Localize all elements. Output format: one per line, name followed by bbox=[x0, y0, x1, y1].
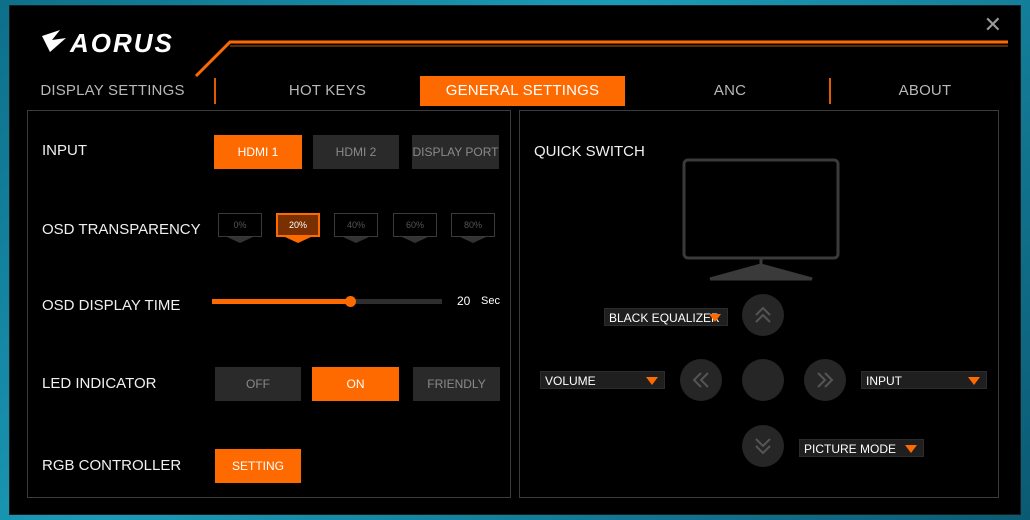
dropdown-arrow-icon bbox=[905, 445, 917, 453]
input-displayport-button[interactable]: DISPLAY PORT bbox=[412, 135, 499, 169]
quick-switch-right-value: INPUT bbox=[866, 374, 902, 388]
dropdown-arrow-icon bbox=[709, 314, 721, 322]
tab-separator bbox=[214, 78, 216, 104]
input-hdmi2-button[interactable]: HDMI 2 bbox=[313, 135, 399, 169]
chevron-double-left-icon bbox=[692, 372, 709, 388]
monitor-stand-icon bbox=[285, 237, 311, 243]
dropdown-arrow-icon bbox=[968, 377, 980, 385]
monitor-stand-icon bbox=[343, 237, 369, 243]
header-accent-line bbox=[194, 40, 1008, 78]
quick-switch-right-dropdown[interactable]: INPUT bbox=[861, 371, 987, 389]
transparency-60-option[interactable]: 60% bbox=[393, 213, 437, 245]
rgb-setting-button[interactable]: SETTING bbox=[215, 449, 301, 483]
chevron-double-up-icon bbox=[755, 306, 771, 323]
osd-display-time-slider[interactable] bbox=[212, 296, 442, 307]
led-friendly-button[interactable]: FRIENDLY bbox=[413, 367, 500, 401]
transparency-40-option[interactable]: 40% bbox=[334, 213, 378, 245]
osd-transparency-label: OSD TRANSPARENCY bbox=[42, 221, 201, 238]
transparency-40-value: 40% bbox=[334, 213, 378, 237]
quick-switch-center-button[interactable] bbox=[742, 359, 784, 401]
transparency-60-value: 60% bbox=[393, 213, 437, 237]
led-off-button[interactable]: OFF bbox=[215, 367, 301, 401]
transparency-20-value: 20% bbox=[276, 213, 320, 237]
monitor-stand-icon bbox=[402, 237, 428, 243]
quick-switch-left-dropdown[interactable]: VOLUME bbox=[540, 371, 665, 389]
monitor-stand-icon bbox=[460, 237, 486, 243]
transparency-20-option[interactable]: 20% bbox=[276, 213, 320, 245]
quick-switch-left-value: VOLUME bbox=[545, 374, 596, 388]
quick-switch-panel: QUICK SWITCH BLACK EQUALIZER VOLUME INPU… bbox=[519, 110, 999, 498]
quick-switch-up-dropdown[interactable]: BLACK EQUALIZER bbox=[604, 308, 728, 326]
slider-fill bbox=[212, 299, 350, 304]
rgb-controller-label: RGB CONTROLLER bbox=[42, 457, 182, 474]
input-label: INPUT bbox=[42, 142, 87, 159]
osd-time-value: 20 bbox=[457, 294, 471, 308]
osd-time-unit: Sec bbox=[481, 295, 500, 307]
tab-about[interactable]: ABOUT bbox=[840, 76, 1010, 106]
app-window: AORUS ✕ DISPLAY SETTINGS HOT KEYS GENERA… bbox=[10, 6, 1020, 514]
quick-switch-right-button[interactable] bbox=[804, 359, 846, 401]
transparency-80-value: 80% bbox=[451, 213, 495, 237]
brand-text: AORUS bbox=[69, 28, 174, 58]
monitor-stand-icon bbox=[227, 237, 253, 243]
tab-anc[interactable]: ANC bbox=[630, 76, 830, 106]
transparency-80-option[interactable]: 80% bbox=[451, 213, 495, 245]
general-settings-panel: INPUT HDMI 1 HDMI 2 DISPLAY PORT OSD TRA… bbox=[27, 110, 511, 498]
quick-switch-down-dropdown[interactable]: PICTURE MODE bbox=[799, 439, 924, 457]
slider-thumb[interactable] bbox=[345, 296, 356, 307]
monitor-icon bbox=[682, 158, 840, 281]
tab-bar: DISPLAY SETTINGS HOT KEYS GENERAL SETTIN… bbox=[20, 76, 1010, 106]
tab-separator bbox=[829, 78, 831, 104]
osd-display-time-label: OSD DISPLAY TIME bbox=[42, 297, 181, 314]
quick-switch-up-button[interactable] bbox=[742, 294, 784, 336]
transparency-0-option[interactable]: 0% bbox=[218, 213, 262, 245]
quick-switch-left-button[interactable] bbox=[680, 359, 722, 401]
dropdown-arrow-icon bbox=[646, 377, 658, 385]
tab-hot-keys[interactable]: HOT KEYS bbox=[230, 76, 425, 106]
input-hdmi1-button[interactable]: HDMI 1 bbox=[214, 135, 302, 169]
quick-switch-down-value: PICTURE MODE bbox=[804, 442, 897, 456]
led-on-button[interactable]: ON bbox=[312, 367, 399, 401]
transparency-0-value: 0% bbox=[218, 213, 262, 237]
chevron-double-down-icon bbox=[755, 438, 771, 455]
tab-general-settings[interactable]: GENERAL SETTINGS bbox=[420, 76, 625, 106]
close-icon[interactable]: ✕ bbox=[984, 14, 1002, 36]
chevron-double-right-icon bbox=[817, 372, 834, 388]
quick-switch-up-value: BLACK EQUALIZER bbox=[609, 311, 720, 325]
tab-display-settings[interactable]: DISPLAY SETTINGS bbox=[20, 76, 205, 106]
quick-switch-down-button[interactable] bbox=[742, 425, 784, 467]
led-indicator-label: LED INDICATOR bbox=[42, 375, 157, 392]
quick-switch-title: QUICK SWITCH bbox=[534, 143, 645, 160]
